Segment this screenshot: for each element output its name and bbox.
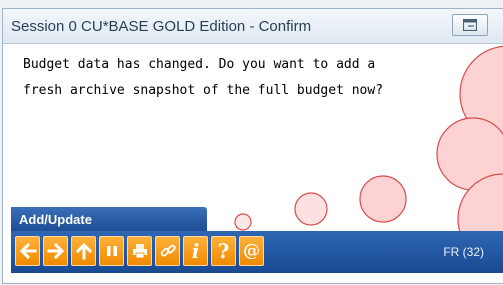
arrow-up-icon [75,242,92,260]
bubble-small [234,213,252,231]
bubble-medium [294,192,328,226]
printer-icon [132,244,147,259]
window-title: Session 0 CU*BASE GOLD Edition - Confirm [11,18,312,35]
toolbar: i ? @ FR (32) [11,231,503,273]
status-code: FR (32) [443,245,484,259]
forward-button[interactable] [43,236,68,266]
pause-button[interactable] [99,236,124,266]
title-bar: Session 0 CU*BASE GOLD Edition - Confirm [3,9,503,44]
message-line-2: fresh archive snapshot of the full budge… [23,83,384,98]
help-icon: ? [217,239,230,263]
up-button[interactable] [71,236,96,266]
help-button[interactable]: ? [211,236,236,266]
info-icon: i [191,239,200,263]
confirm-window: Session 0 CU*BASE GOLD Edition - Confirm… [2,8,503,284]
thought-cloud [436,45,503,239]
at-button[interactable]: @ [239,236,264,266]
window-toggle-button[interactable] [452,14,488,36]
info-button[interactable]: i [183,236,208,266]
link-icon [160,244,176,257]
arrow-right-icon [47,242,64,260]
message-line-1: Budget data has changed. Do you want to … [23,57,376,72]
mode-label: Add/Update [11,207,207,231]
pause-icon [106,246,117,256]
link-button[interactable] [155,236,180,266]
bubble-large [359,175,407,223]
arrow-left-icon [19,242,36,260]
window-toggle-icon [463,19,477,31]
at-icon: @ [243,240,260,261]
print-button[interactable] [127,236,152,266]
back-button[interactable] [15,236,40,266]
